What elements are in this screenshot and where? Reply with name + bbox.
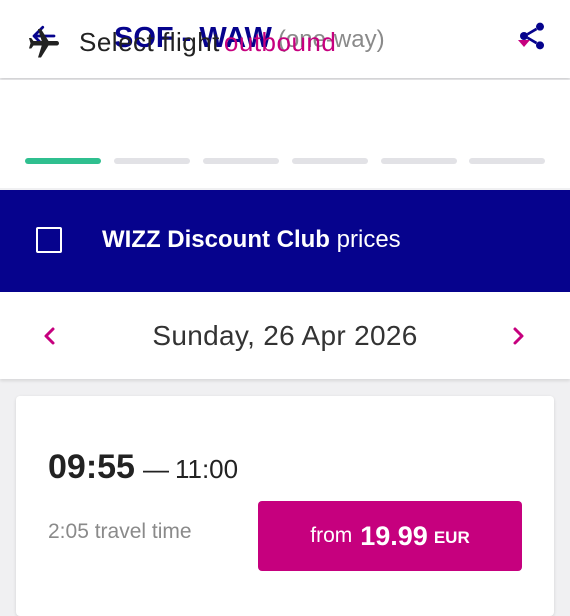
progress-step-4 xyxy=(292,158,368,164)
flight-times: 09:55—11:00 xyxy=(48,448,238,487)
price-amount: 19.99 xyxy=(360,520,428,551)
progress-step-1 xyxy=(25,158,101,164)
next-day-button[interactable] xyxy=(500,318,536,354)
chevron-right-icon xyxy=(513,327,524,345)
progress-step-5 xyxy=(381,158,457,164)
discount-club-checkbox[interactable] xyxy=(36,227,62,253)
progress-step-6 xyxy=(469,158,545,164)
departure-time: 09:55 xyxy=(48,448,135,486)
price-prefix: from xyxy=(310,524,353,547)
price-button[interactable]: from 19.99 EUR xyxy=(258,501,522,571)
travel-duration: 2:05 travel time xyxy=(48,520,192,543)
caret-down-icon xyxy=(518,40,530,47)
direction-label: outbound xyxy=(223,27,337,57)
progress-step-2 xyxy=(114,158,190,164)
select-flight-label: Select flight outbound xyxy=(79,27,336,58)
arrival-time: 11:00 xyxy=(174,454,239,484)
select-flight-text: Select flight xyxy=(79,27,220,57)
selected-date: Sunday, 26 Apr 2026 xyxy=(152,320,418,351)
time-separator: — xyxy=(142,454,169,484)
progress-step-3 xyxy=(203,158,279,164)
direction-dropdown[interactable] xyxy=(510,32,538,56)
price-currency: EUR xyxy=(433,528,470,547)
flight-selector[interactable] xyxy=(0,80,570,188)
discount-club-suffix: prices xyxy=(336,226,401,253)
discount-club-brand: WIZZ Discount Club xyxy=(102,226,330,253)
discount-club-label[interactable]: WIZZ Discount Club prices xyxy=(102,226,401,254)
airplane-icon xyxy=(26,26,62,62)
